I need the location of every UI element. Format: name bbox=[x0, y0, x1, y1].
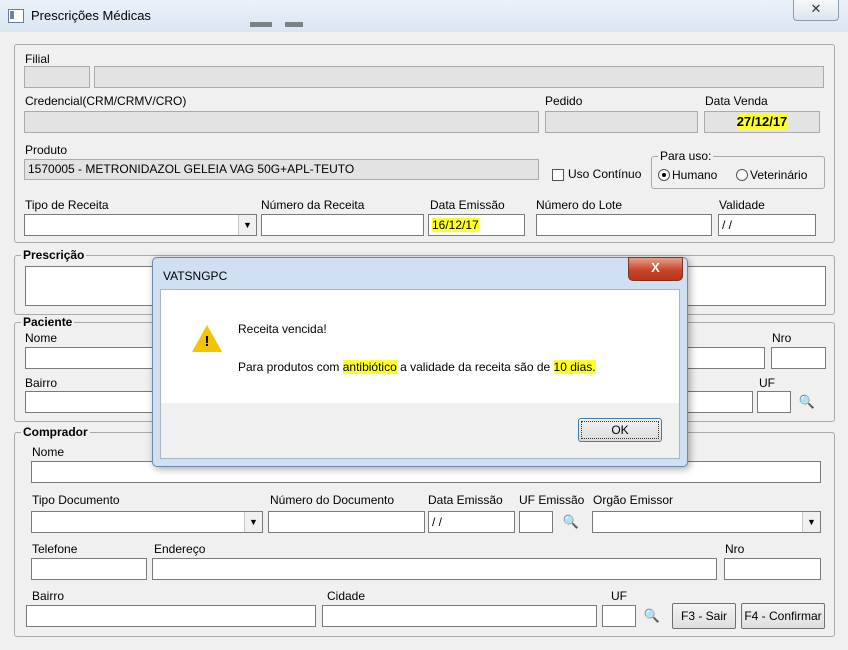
alert-dialog: VATSNGPC X ! Receita vencida! Para produ… bbox=[152, 257, 688, 467]
paciente-endereco-field[interactable] bbox=[685, 347, 765, 369]
veterinario-radio[interactable] bbox=[736, 169, 748, 181]
msg-antibiotico: antibiótico bbox=[342, 360, 397, 374]
prescricao-title: Prescrição bbox=[21, 248, 87, 262]
uf-emissao-field[interactable] bbox=[519, 511, 553, 533]
paciente-bairro-label: Bairro bbox=[25, 376, 58, 390]
comprador-uf-label: UF bbox=[611, 589, 627, 603]
veterinario-label: Veterinário bbox=[750, 168, 808, 182]
chevron-down-icon[interactable]: ▼ bbox=[802, 512, 820, 532]
comprador-data-emissao-field[interactable]: / / bbox=[428, 511, 515, 533]
humano-radio[interactable] bbox=[658, 169, 670, 181]
window-close-button[interactable]: ✕ bbox=[793, 0, 839, 21]
msg-10-dias: 10 dias. bbox=[553, 360, 596, 374]
uso-continuo-checkbox[interactable] bbox=[552, 169, 564, 181]
msg-part: a validade da receita são de bbox=[396, 360, 554, 374]
pedido-field[interactable] bbox=[545, 111, 698, 133]
warning-icon-mark: ! bbox=[204, 333, 210, 350]
pedido-label: Pedido bbox=[545, 94, 583, 108]
uf-emissao-label: UF Emissão bbox=[519, 493, 585, 507]
tipo-documento-combo[interactable]: ▼ bbox=[31, 511, 263, 533]
uso-continuo-label: Uso Contínuo bbox=[568, 167, 642, 181]
comprador-data-emissao-label: Data Emissão bbox=[428, 493, 503, 507]
orgao-emissor-label: Orgão Emissor bbox=[593, 493, 674, 507]
produto-label: Produto bbox=[25, 143, 68, 157]
numero-receita-label: Número da Receita bbox=[261, 198, 365, 212]
numero-lote-field[interactable] bbox=[536, 214, 712, 236]
tipo-documento-label: Tipo Documento bbox=[32, 493, 120, 507]
telefone-label: Telefone bbox=[32, 542, 78, 556]
filial-code-field[interactable] bbox=[24, 66, 90, 88]
validade-field[interactable]: / / bbox=[718, 214, 816, 236]
msg-part: Para produtos com bbox=[238, 360, 343, 374]
title-bar: Prescrições Médicas ✕ bbox=[0, 0, 848, 32]
dialog-message-detail: Para produtos com antibiótico a validade… bbox=[238, 360, 596, 374]
filial-label: Filial bbox=[25, 52, 50, 66]
credencial-label: Credencial(CRM/CRMV/CRO) bbox=[25, 94, 187, 108]
tipo-receita-combo[interactable]: ▼ bbox=[24, 214, 257, 236]
ok-button[interactable]: OK bbox=[578, 418, 662, 442]
dialog-footer: OK bbox=[160, 403, 680, 459]
data-emissao-field[interactable]: 16/12/17 bbox=[428, 214, 525, 236]
filial-name-field[interactable] bbox=[94, 66, 824, 88]
paciente-uf-field[interactable] bbox=[757, 391, 791, 413]
header-group: Filial Credencial(CRM/CRMV/CRO) Pedido D… bbox=[14, 44, 835, 243]
chevron-down-icon[interactable]: ▼ bbox=[238, 215, 256, 235]
para-uso-label: Para uso: bbox=[658, 149, 714, 163]
app-icon bbox=[8, 9, 24, 23]
paciente-title: Paciente bbox=[21, 315, 75, 329]
validade-label: Validade bbox=[719, 198, 765, 212]
telefone-field[interactable] bbox=[31, 558, 147, 580]
credencial-field[interactable] bbox=[24, 111, 539, 133]
dialog-close-button[interactable]: X bbox=[628, 257, 683, 281]
comprador-title: Comprador bbox=[21, 425, 90, 439]
endereco-field[interactable] bbox=[152, 558, 717, 580]
numero-documento-label: Número do Documento bbox=[270, 493, 395, 507]
toolbar-decoration bbox=[250, 22, 272, 27]
comprador-cidade-label: Cidade bbox=[327, 589, 366, 603]
window-title: Prescrições Médicas bbox=[31, 8, 151, 23]
data-venda-field[interactable]: 27/12/17 bbox=[704, 111, 820, 133]
confirmar-button[interactable]: F4 - Confirmar bbox=[741, 603, 825, 629]
binoculars-icon[interactable]: 🔍 bbox=[797, 393, 817, 411]
toolbar-decoration bbox=[285, 22, 303, 27]
dialog-body: ! Receita vencida! Para produtos com ant… bbox=[160, 289, 680, 404]
data-venda-value: 27/12/17 bbox=[736, 114, 788, 129]
tipo-receita-label: Tipo de Receita bbox=[25, 198, 109, 212]
para-uso-group: Para uso: Humano Veterinário bbox=[651, 149, 825, 189]
comprador-bairro-label: Bairro bbox=[32, 589, 65, 603]
produto-field[interactable]: 1570005 - METRONIDAZOL GELEIA VAG 50G+AP… bbox=[24, 159, 539, 180]
orgao-emissor-combo[interactable]: ▼ bbox=[592, 511, 821, 533]
data-emissao-value: 16/12/17 bbox=[432, 218, 479, 232]
data-venda-label: Data Venda bbox=[705, 94, 768, 108]
paciente-nro-label: Nro bbox=[772, 331, 792, 345]
chevron-down-icon[interactable]: ▼ bbox=[244, 512, 262, 532]
endereco-label: Endereço bbox=[154, 542, 206, 556]
paciente-uf-label: UF bbox=[759, 376, 775, 390]
comprador-cidade-field[interactable] bbox=[322, 605, 597, 627]
dialog-message-title: Receita vencida! bbox=[238, 322, 327, 336]
comprador-nro-label: Nro bbox=[725, 542, 745, 556]
paciente-nro-field[interactable] bbox=[771, 347, 826, 369]
data-emissao-label: Data Emissão bbox=[430, 198, 505, 212]
numero-lote-label: Número do Lote bbox=[536, 198, 623, 212]
comprador-uf-field[interactable] bbox=[602, 605, 636, 627]
binoculars-icon[interactable]: 🔍 bbox=[642, 607, 662, 625]
comprador-nro-field[interactable] bbox=[724, 558, 821, 580]
paciente-nome-label: Nome bbox=[25, 331, 58, 345]
binoculars-icon[interactable]: 🔍 bbox=[561, 513, 581, 531]
numero-receita-field[interactable] bbox=[261, 214, 424, 236]
paciente-cidade-field[interactable] bbox=[685, 391, 753, 413]
numero-documento-field[interactable] bbox=[268, 511, 425, 533]
dialog-title: VATSNGPC bbox=[163, 269, 228, 283]
comprador-bairro-field[interactable] bbox=[26, 605, 316, 627]
sair-button[interactable]: F3 - Sair bbox=[672, 603, 736, 629]
comprador-nome-label: Nome bbox=[32, 445, 65, 459]
prescricoes-window: Prescrições Médicas ✕ Filial Credencial(… bbox=[0, 0, 848, 650]
humano-label: Humano bbox=[672, 168, 718, 182]
